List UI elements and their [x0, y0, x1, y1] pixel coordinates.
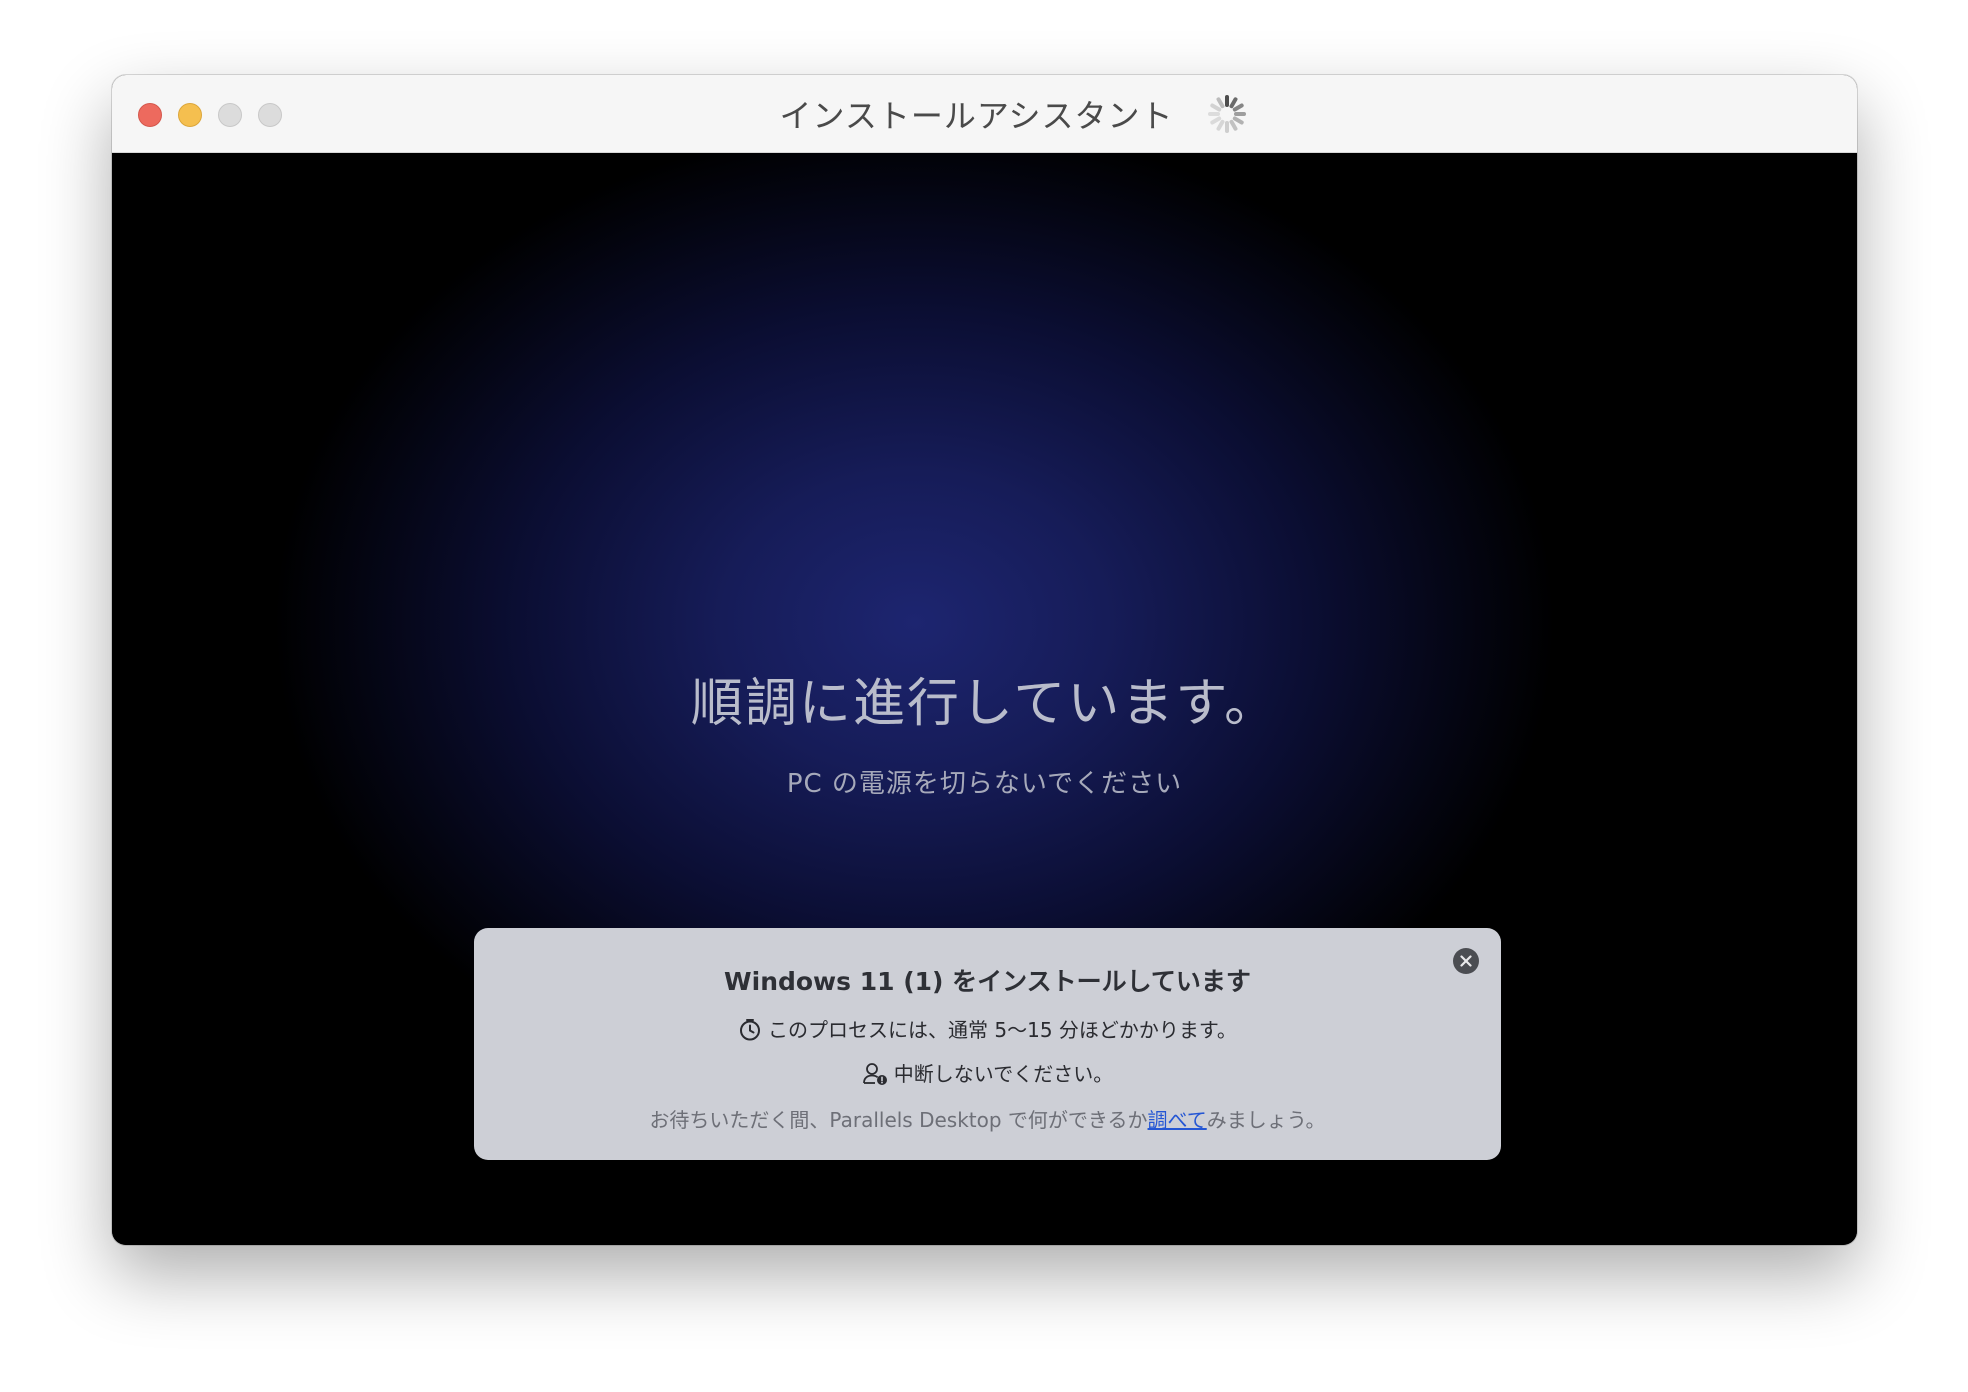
window-title: インストールアシスタント	[779, 97, 1174, 135]
learn-more-link[interactable]: 調べて	[1148, 1108, 1207, 1132]
setup-headline: 順調に進行しています。	[690, 674, 1279, 734]
loading-spinner-icon	[1208, 95, 1246, 133]
vm-screen: 順調に進行しています。 PC の電源を切らないでください Windows 11 …	[112, 153, 1857, 1245]
installer-window: インストールアシスタント 順調に進行しています。 PC の電源を切らないでくださ…	[112, 75, 1857, 1245]
title-bar: インストールアシスタント	[112, 75, 1857, 153]
footer-text-before: お待ちいただく間、Parallels Desktop で何ができるか	[649, 1108, 1148, 1132]
tips-footer: お待ちいただく間、Parallels Desktop で何ができるか調べてみまし…	[474, 1104, 1501, 1133]
user-alert-icon	[862, 1063, 887, 1085]
footer-text-after: みましょう。	[1206, 1108, 1326, 1132]
install-status-panel: Windows 11 (1) をインストールしています このプロセスには、通常 …	[474, 928, 1501, 1160]
setup-subline: PC の電源を切らないでください	[786, 769, 1183, 799]
duration-info: このプロセスには、通常 5～15 分ほどかかります。	[474, 1014, 1501, 1043]
window-title-wrap: インストールアシスタント	[112, 91, 1857, 137]
warning-text: 中断しないでください。	[893, 1062, 1114, 1086]
timer-icon	[740, 1019, 761, 1041]
warning-info: 中断しないでください。	[474, 1058, 1501, 1087]
duration-text: このプロセスには、通常 5～15 分ほどかかります。	[768, 1018, 1237, 1042]
install-title: Windows 11 (1) をインストールしています	[724, 967, 1251, 996]
